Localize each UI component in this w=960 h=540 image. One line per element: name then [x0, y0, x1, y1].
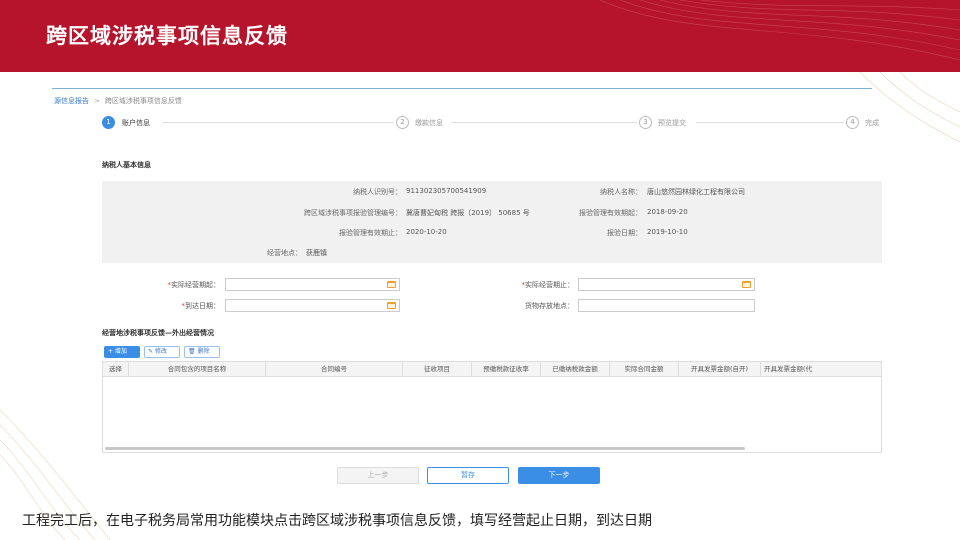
- taxpayer-section-title: 纳税人基本信息: [102, 161, 151, 169]
- calendar-icon[interactable]: [742, 281, 751, 288]
- end-date-input[interactable]: [578, 278, 755, 291]
- taxpayer-id-value: 911302305700541909: [406, 187, 487, 195]
- panel-top-border: [52, 88, 872, 89]
- next-step-button[interactable]: 下一步: [518, 467, 600, 484]
- delete-button[interactable]: 🗑 删除: [184, 346, 220, 358]
- taxpayer-info-box: 纳税人识别号： 911302305700541909 纳税人名称： 唐山悠然园林…: [102, 181, 882, 263]
- slide-caption: 工程完工后，在电子税务局常用功能模块点击跨区域涉税事项信息反馈，填写经营起止日期…: [22, 513, 652, 529]
- column-header[interactable]: 选择: [103, 362, 129, 377]
- step-4-number: 4: [846, 116, 859, 129]
- breadcrumb-current: 跨区域涉税事项信息反馈: [104, 97, 182, 105]
- calendar-icon[interactable]: [387, 302, 396, 309]
- column-header[interactable]: 实际合同金额: [610, 362, 679, 377]
- column-header[interactable]: 开具发票金额(代: [761, 362, 881, 377]
- step-3-number: 3: [639, 116, 652, 129]
- add-button[interactable]: + 增加: [104, 346, 140, 358]
- storage-location-label: 货物存放地点：: [525, 302, 574, 310]
- step-4-label: 完成: [865, 119, 879, 127]
- step-1-number: 1: [102, 116, 115, 129]
- step-3-label: 预览提交: [658, 119, 686, 127]
- step-connector: [696, 122, 844, 123]
- tax-app-panel: 源信息报告 > 跨区域涉税事项信息反馈 1 账户信息 2 缴款信息 3 预览提交 4…: [52, 88, 882, 488]
- wave-decoration-icon: [599, 0, 960, 61]
- contract-table: 选择 合同包含的项目名称 合同编号 征收项目 预缴税款征收率 已缴纳税款金额 实…: [102, 361, 882, 453]
- report-date-label: 报验日期：: [607, 229, 642, 237]
- prev-step-button[interactable]: 上一步: [337, 467, 419, 484]
- report-date-value: 2019-10-10: [647, 228, 688, 236]
- calendar-icon[interactable]: [387, 281, 396, 288]
- step-connector: [452, 122, 637, 123]
- step-connector: [162, 122, 394, 123]
- horizontal-scrollbar[interactable]: [105, 447, 745, 450]
- valid-to-value: 2020-10-20: [406, 228, 447, 236]
- report-no-value: 冀唐曹妃甸税 跨报〔2019〕 50685 号: [406, 209, 530, 217]
- arrival-date-input[interactable]: [225, 299, 400, 312]
- step-2-number: 2: [396, 116, 409, 129]
- valid-from-label: 报验管理有效期起：: [579, 209, 642, 217]
- breadcrumb-separator: >: [94, 97, 100, 105]
- start-date-input[interactable]: [225, 278, 400, 291]
- save-draft-button[interactable]: 暂存: [427, 467, 509, 484]
- slide-title: 跨区域涉税事项信息反馈: [46, 24, 288, 48]
- column-header[interactable]: 征收项目: [403, 362, 472, 377]
- column-header[interactable]: 开具发票金额(自开): [679, 362, 761, 377]
- valid-to-label: 报验管理有效期止：: [339, 229, 402, 237]
- report-no-label: 跨区域涉税事项报验管理编号：: [304, 209, 402, 217]
- edit-button[interactable]: ✎ 修改: [144, 346, 180, 358]
- taxpayer-id-label: 纳税人识别号：: [353, 188, 402, 196]
- contract-section-title: 经营地涉税事项反馈—外出经营情况: [102, 329, 214, 337]
- end-date-label: *实际经营期止：: [521, 281, 575, 289]
- column-header[interactable]: 合同包含的项目名称: [129, 362, 266, 377]
- slide-header-banner: 跨区域涉税事项信息反馈: [0, 0, 960, 72]
- breadcrumb: 源信息报告 > 跨区域涉税事项信息反馈: [54, 96, 182, 106]
- column-header[interactable]: 预缴税款征收率: [472, 362, 541, 377]
- location-value: 获鹿镇: [306, 249, 327, 257]
- taxpayer-name-value: 唐山悠然园林绿化工程有限公司: [647, 188, 745, 196]
- taxpayer-name-label: 纳税人名称：: [600, 188, 642, 196]
- location-label: 经营地点：: [267, 249, 302, 257]
- table-header: 选择 合同包含的项目名称 合同编号 征收项目 预缴税款征收率 已缴纳税款金额 实…: [103, 362, 881, 377]
- step-2-label: 缴款信息: [415, 119, 443, 127]
- step-progress: 1 账户信息 2 缴款信息 3 预览提交 4 完成: [102, 116, 892, 130]
- column-header[interactable]: 合同编号: [266, 362, 403, 377]
- valid-from-value: 2018-09-20: [647, 208, 688, 216]
- arrival-date-label: *到达日期：: [181, 302, 221, 310]
- start-date-label: *实际经营期起：: [167, 281, 221, 289]
- breadcrumb-link[interactable]: 源信息报告: [54, 97, 89, 105]
- step-1-label: 账户信息: [122, 119, 150, 127]
- storage-location-input[interactable]: [578, 299, 755, 312]
- column-header[interactable]: 已缴纳税款金额: [541, 362, 610, 377]
